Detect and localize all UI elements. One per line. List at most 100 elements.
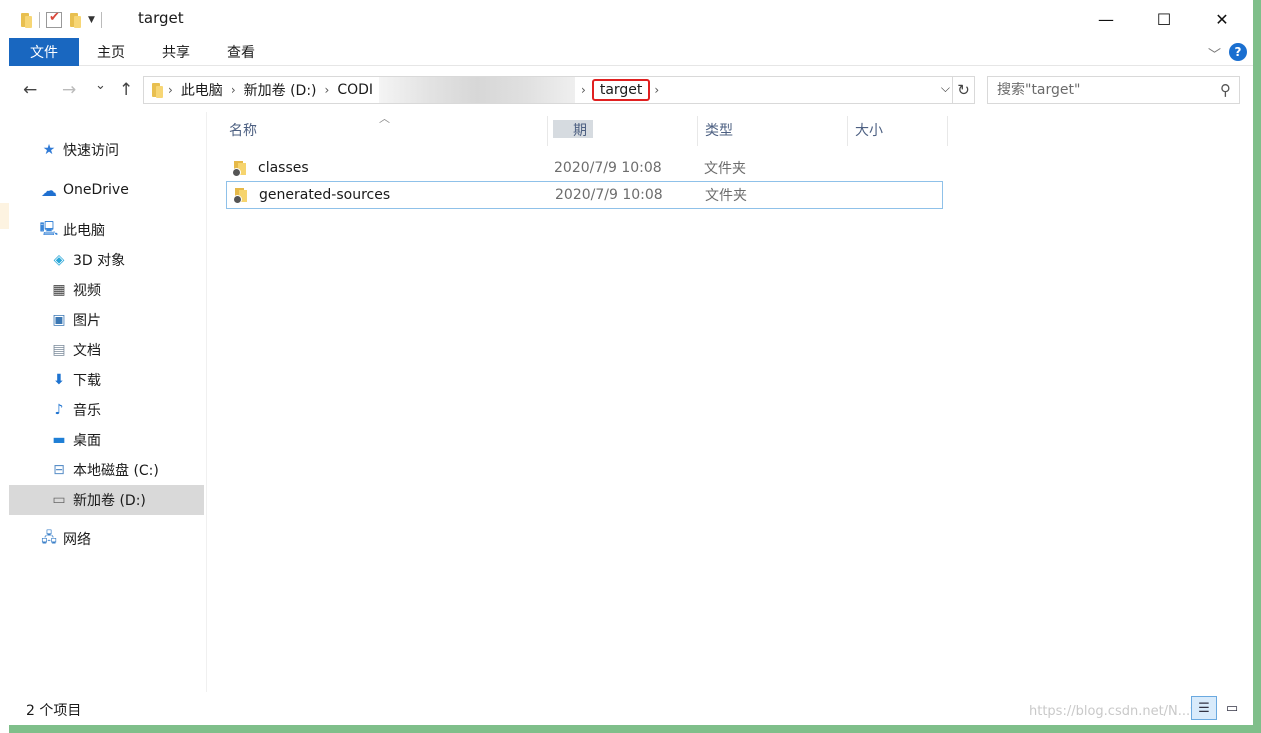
sidebar-item-documents[interactable]: ▤ 文档	[9, 336, 204, 364]
navigation-pane: ★ 快速访问 ☁ OneDrive 🖳 此电脑 ◈ 3D 对象 ▦ 视频 ▣ 图…	[9, 112, 207, 692]
status-bar: 2 个项目 https://blog.csdn.net/N...y ☰ ▭	[9, 692, 1253, 725]
download-icon: ⬇	[53, 372, 65, 388]
ribbon: 文件 主页 共享 查看 ﹀ ?	[9, 38, 1253, 66]
sidebar-item-label: 音乐	[73, 403, 101, 419]
search-icon[interactable]: ⚲	[1220, 81, 1231, 99]
chevron-right-icon[interactable]: ›	[650, 83, 663, 97]
sidebar-item-label: 桌面	[73, 433, 101, 449]
breadcrumb-this-pc[interactable]: 此电脑	[177, 80, 227, 100]
music-icon: ♪	[54, 402, 64, 418]
tab-file[interactable]: 文件	[9, 38, 79, 66]
up-button[interactable]: ↑	[119, 80, 133, 100]
sidebar-item-local-disk-c[interactable]: ⊟ 本地磁盘 (C:)	[9, 456, 204, 484]
maximize-button[interactable]: ☐	[1135, 0, 1193, 38]
sidebar-item-label: 文档	[73, 343, 101, 359]
file-date: 2020/7/9 10:08	[555, 187, 663, 203]
folder-icon	[150, 82, 164, 98]
sidebar-item-music[interactable]: ♪ 音乐	[9, 396, 204, 424]
sidebar-item-network[interactable]: 🖧 网络	[9, 525, 204, 553]
sidebar-item-pictures[interactable]: ▣ 图片	[9, 306, 204, 334]
sidebar-item-drive-d[interactable]: ▭ 新加卷 (D:)	[9, 485, 204, 515]
disk-icon: ⊟	[53, 462, 65, 478]
sidebar-item-videos[interactable]: ▦ 视频	[9, 276, 204, 304]
table-row[interactable]: classes 2020/7/9 10:08 文件夹	[226, 154, 943, 182]
cube-icon: ◈	[53, 252, 65, 268]
back-button[interactable]: ←	[23, 80, 37, 100]
breadcrumb-current[interactable]: target	[591, 79, 651, 101]
sidebar-item-label: 3D 对象	[73, 253, 126, 269]
large-icons-view-button[interactable]: ▭	[1219, 696, 1245, 720]
sidebar-item-this-pc[interactable]: 🖳 此电脑	[9, 216, 204, 244]
chevron-down-icon[interactable]: ⌵	[941, 81, 950, 96]
file-type: 文件夹	[704, 161, 746, 177]
desktop-icon: ▬	[52, 432, 66, 448]
sidebar-item-label: 快速访问	[63, 143, 119, 159]
separator	[100, 12, 102, 28]
tab-share[interactable]: 共享	[145, 38, 207, 66]
file-name: classes	[258, 160, 309, 176]
column-header-date[interactable]: 期	[573, 112, 697, 148]
refresh-button[interactable]: ↻	[953, 76, 975, 104]
separator	[39, 12, 40, 28]
column-divider[interactable]	[947, 116, 948, 146]
breadcrumb-code[interactable]: CODI	[333, 82, 377, 98]
sidebar-item-desktop[interactable]: ▬ 桌面	[9, 426, 204, 454]
column-header-type[interactable]: 类型	[683, 112, 833, 148]
breadcrumb-drive-d[interactable]: 新加卷 (D:)	[240, 80, 321, 100]
recent-locations-button[interactable]: ⌄	[95, 78, 106, 93]
sidebar-item-label: 网络	[63, 532, 91, 548]
search-input[interactable]	[997, 82, 1207, 98]
expand-ribbon-icon[interactable]: ﹀	[1208, 44, 1221, 63]
item-count: 2 个项目	[26, 703, 82, 719]
chevron-right-icon[interactable]: ›	[227, 83, 240, 97]
sidebar-item-3d-objects[interactable]: ◈ 3D 对象	[9, 246, 204, 274]
file-type: 文件夹	[705, 188, 747, 204]
explorer-window: ▼ target — ☐ ✕ 文件 主页 共享 查看 ﹀ ? ← → ⌄ ↑ ›…	[9, 0, 1253, 725]
film-icon: ▦	[52, 282, 66, 298]
folder-icon	[19, 12, 33, 28]
sidebar-item-label: 此电脑	[63, 223, 105, 239]
close-button[interactable]: ✕	[1193, 0, 1251, 38]
properties-icon[interactable]	[46, 10, 62, 28]
sidebar-item-label: 图片	[73, 313, 101, 329]
column-header-name[interactable]: 名称	[207, 112, 547, 148]
sidebar-item-label: 本地磁盘 (C:)	[73, 463, 159, 479]
sidebar-item-downloads[interactable]: ⬇ 下载	[9, 366, 204, 394]
window-title: target	[138, 9, 184, 27]
column-divider[interactable]	[547, 116, 548, 146]
sidebar-item-onedrive[interactable]: ☁ OneDrive	[9, 176, 204, 204]
chevron-right-icon[interactable]: ›	[577, 83, 590, 97]
address-bar[interactable]: › 此电脑 › 新加卷 (D:) › CODI › target › ⌵	[143, 76, 953, 104]
folder-icon	[232, 160, 248, 177]
file-date: 2020/7/9 10:08	[554, 160, 662, 176]
folder-icon	[233, 187, 249, 204]
file-list: ︿ 名称 期 类型 大小 classes 2020/7/9 10:08 文件夹 …	[207, 112, 1253, 692]
tab-view[interactable]: 查看	[211, 38, 271, 66]
sidebar-item-label: 下载	[73, 373, 101, 389]
tab-home[interactable]: 主页	[81, 38, 141, 66]
column-header-size[interactable]: 大小	[833, 112, 933, 148]
drive-icon: ▭	[52, 492, 66, 508]
customize-toolbar-icon[interactable]: ▼	[88, 15, 95, 25]
new-folder-icon[interactable]	[68, 12, 82, 28]
cloud-icon: ☁	[41, 180, 57, 200]
table-row[interactable]: generated-sources 2020/7/9 10:08 文件夹	[226, 181, 943, 209]
forward-button[interactable]: →	[62, 80, 76, 100]
file-name-cell: generated-sources	[227, 187, 555, 204]
search-box[interactable]: ⚲	[987, 76, 1240, 104]
navigation-bar: ← → ⌄ ↑ › 此电脑 › 新加卷 (D:) › CODI › target…	[9, 66, 1253, 112]
sidebar-item-label: 视频	[73, 283, 101, 299]
minimize-button[interactable]: —	[1077, 0, 1135, 38]
chevron-right-icon[interactable]: ›	[321, 83, 334, 97]
picture-icon: ▣	[52, 312, 66, 328]
star-icon: ★	[42, 142, 56, 158]
background-editor	[0, 0, 9, 733]
title-bar: ▼ target — ☐ ✕	[9, 0, 1253, 38]
redacted-path	[379, 77, 576, 103]
chevron-right-icon[interactable]: ›	[164, 83, 177, 97]
computer-icon: 🖳	[39, 221, 59, 237]
sidebar-item-quick-access[interactable]: ★ 快速访问	[9, 136, 204, 164]
details-view-button[interactable]: ☰	[1191, 696, 1217, 720]
file-name: generated-sources	[259, 187, 391, 203]
help-icon[interactable]: ?	[1229, 43, 1247, 61]
